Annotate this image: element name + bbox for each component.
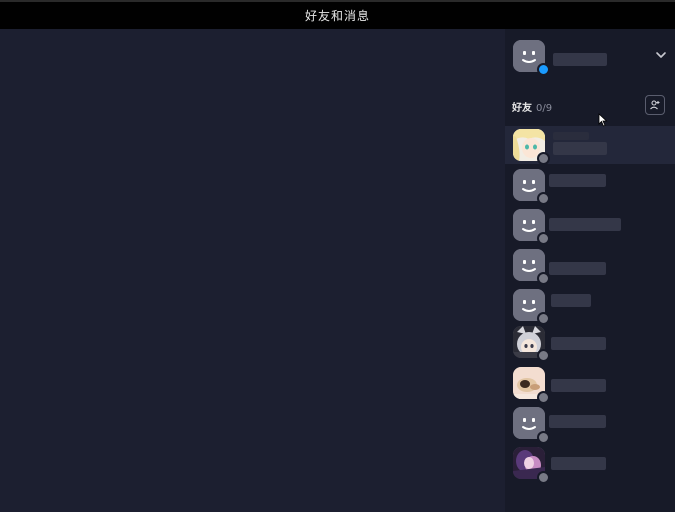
friend-list-item[interactable] bbox=[505, 286, 675, 325]
friends-label: 好友 bbox=[512, 103, 532, 114]
self-name-redacted bbox=[553, 53, 607, 66]
chat-main-pane bbox=[0, 29, 505, 512]
friend-list-item[interactable] bbox=[505, 446, 675, 484]
friend-list-item[interactable] bbox=[505, 206, 675, 245]
self-profile[interactable] bbox=[505, 29, 675, 85]
friend-name-redacted bbox=[549, 218, 621, 231]
offline-status-dot bbox=[537, 192, 550, 205]
friend-name-redacted bbox=[553, 132, 589, 140]
friend-name-redacted bbox=[551, 457, 606, 470]
chevron-down-icon bbox=[656, 52, 666, 58]
offline-status-dot bbox=[537, 312, 550, 325]
offline-status-dot bbox=[537, 152, 550, 165]
window-title: 好友和消息 bbox=[304, 9, 370, 23]
mouse-cursor-icon bbox=[598, 113, 608, 127]
friend-list-item[interactable] bbox=[505, 126, 675, 165]
friend-name-redacted bbox=[549, 262, 606, 275]
offline-status-dot bbox=[537, 349, 550, 362]
offline-status-dot bbox=[537, 391, 550, 404]
friend-name-redacted bbox=[551, 337, 606, 350]
friend-list-item[interactable] bbox=[505, 166, 675, 205]
friends-sidebar: 好友 0/9 bbox=[505, 29, 675, 512]
online-status-dot bbox=[537, 63, 550, 76]
friend-name-redacted bbox=[549, 174, 606, 187]
friend-name-redacted bbox=[551, 294, 591, 307]
friend-list-item[interactable] bbox=[505, 326, 675, 364]
friend-list-item[interactable] bbox=[505, 366, 675, 404]
add-friend-icon bbox=[650, 100, 660, 110]
friends-count: 0/9 bbox=[536, 103, 553, 114]
profile-dropdown-button[interactable] bbox=[653, 47, 669, 63]
offline-status-dot bbox=[537, 272, 550, 285]
friend-list-item[interactable] bbox=[505, 406, 675, 444]
friends-section-header: 好友 0/9 bbox=[512, 99, 552, 114]
offline-status-dot bbox=[537, 431, 550, 444]
friend-name-redacted bbox=[551, 379, 606, 392]
friend-list-item[interactable] bbox=[505, 246, 675, 285]
friend-name-redacted bbox=[549, 415, 606, 428]
add-friend-button[interactable] bbox=[645, 95, 665, 115]
friend-status-redacted bbox=[553, 142, 607, 155]
offline-status-dot bbox=[537, 232, 550, 245]
offline-status-dot bbox=[537, 471, 550, 484]
window-titlebar: 好友和消息 bbox=[0, 0, 675, 29]
